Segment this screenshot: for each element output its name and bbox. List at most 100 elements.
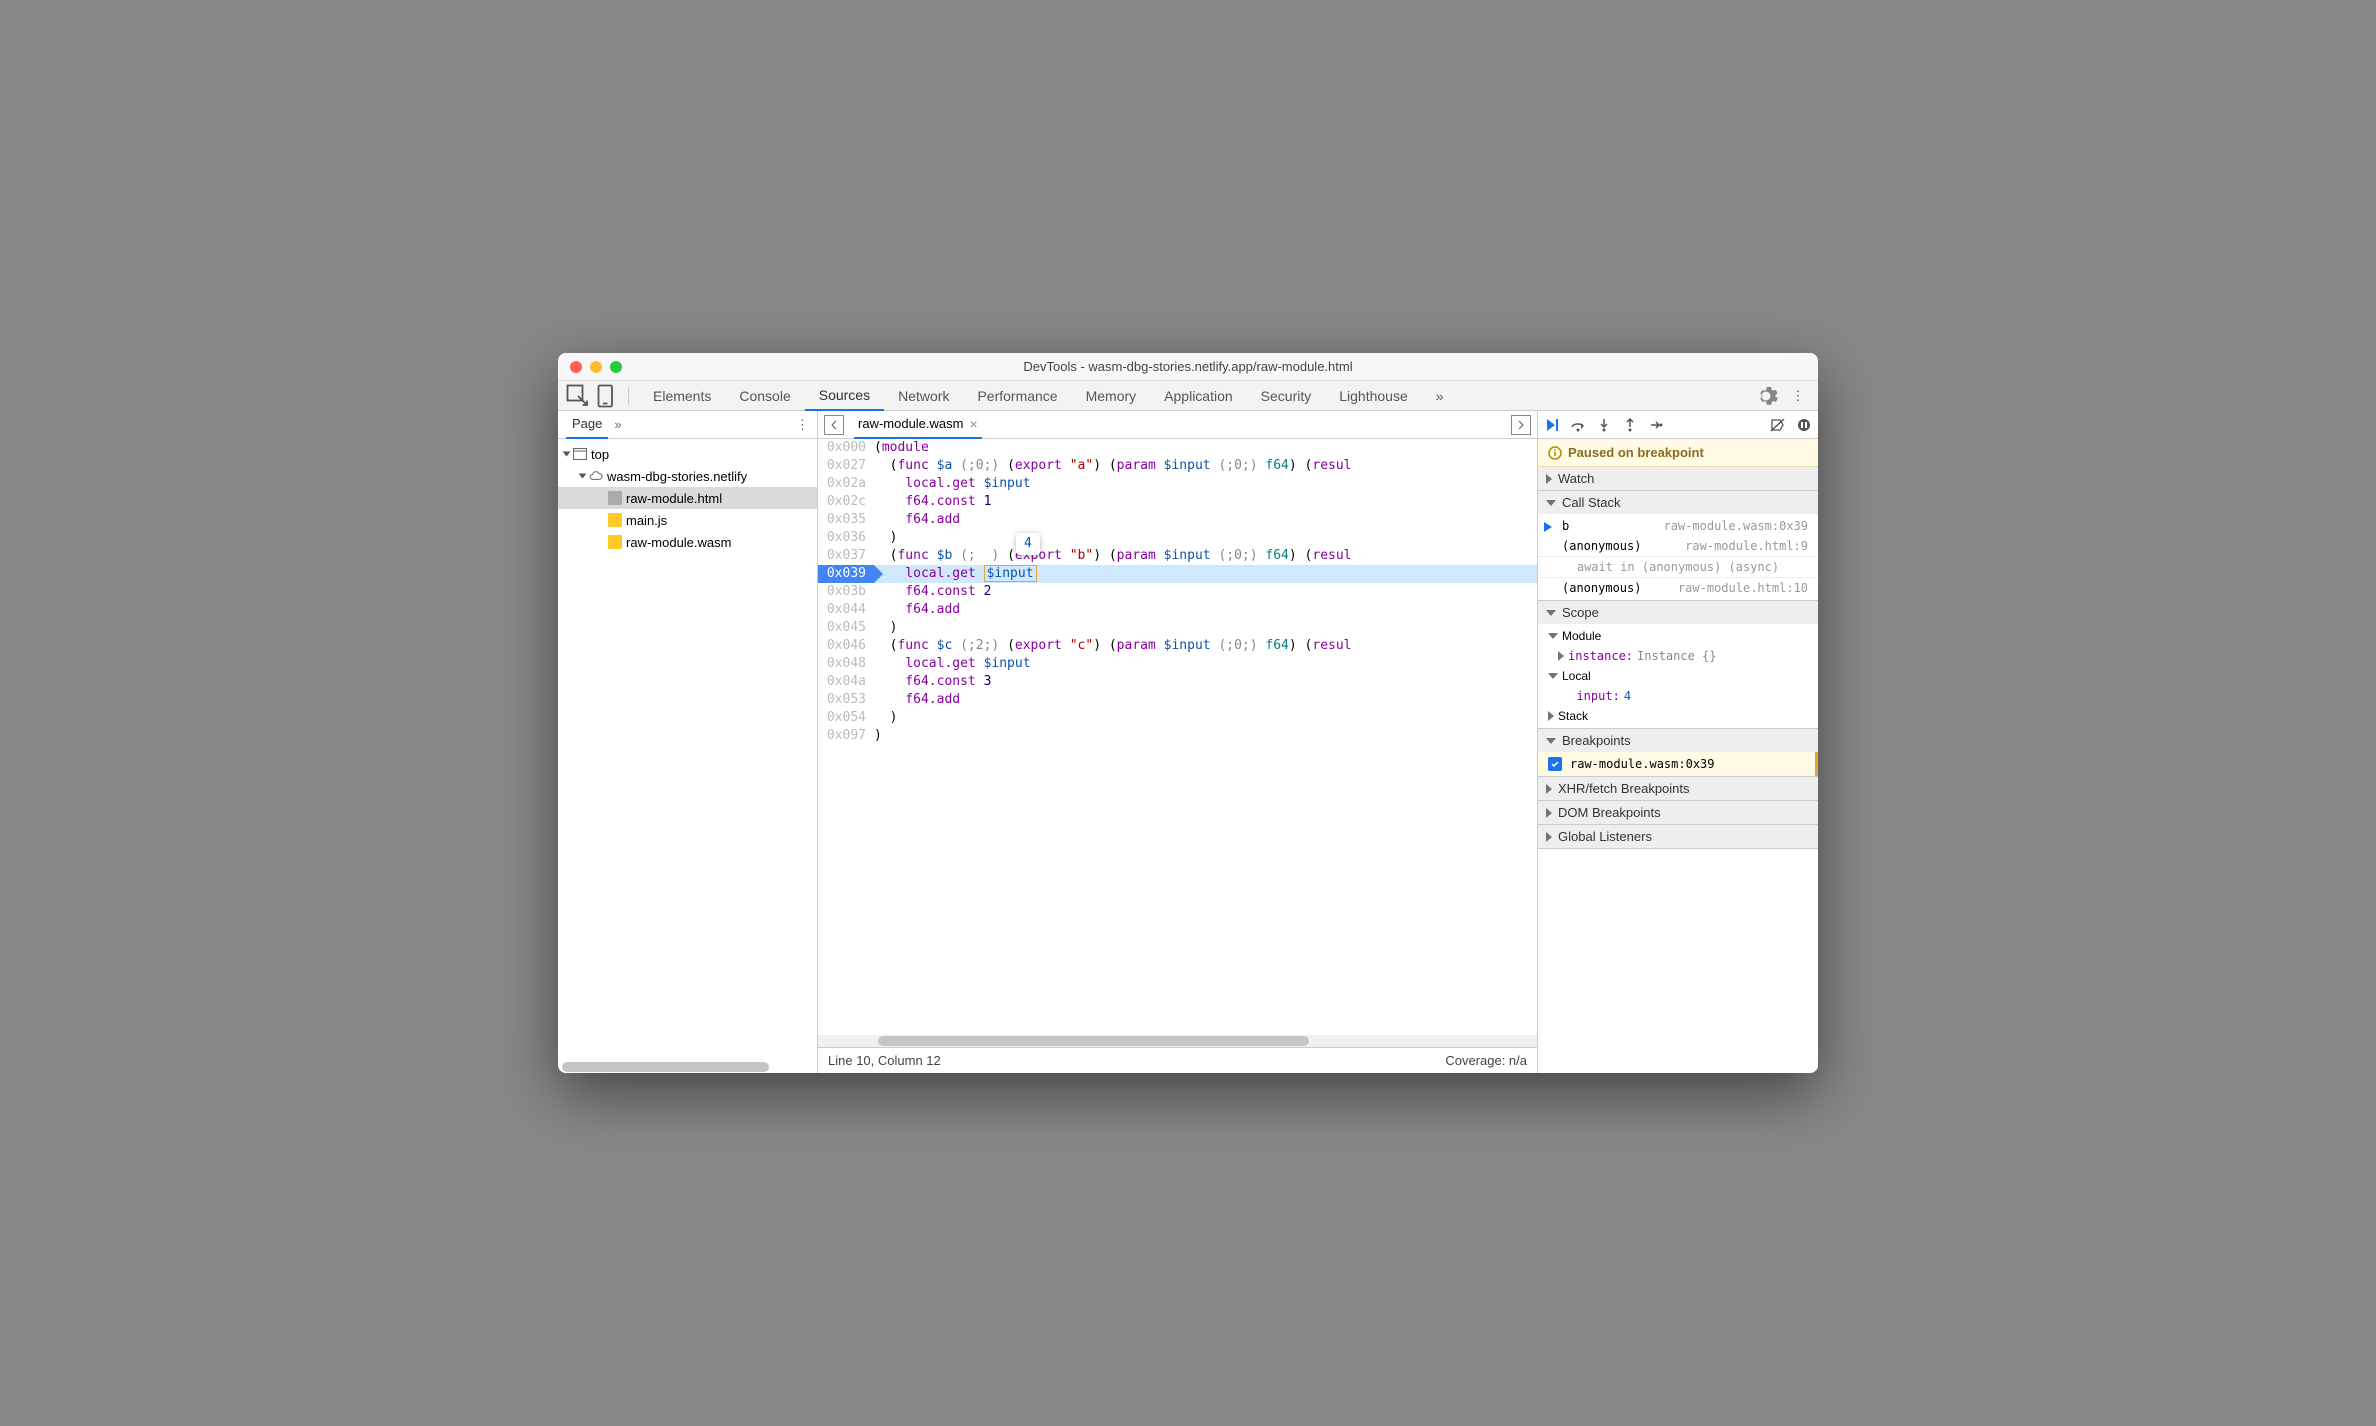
toggle-debugger-button[interactable] <box>1511 415 1531 435</box>
page-tab[interactable]: Page <box>566 411 608 439</box>
horizontal-scrollbar[interactable] <box>818 1035 1537 1047</box>
code-line[interactable]: 0x035 f64.add <box>818 511 1537 529</box>
debug-toolbar <box>1538 411 1818 439</box>
tree-top-label: top <box>591 447 609 462</box>
step-over-icon[interactable] <box>1570 417 1586 433</box>
tab-elements[interactable]: Elements <box>639 381 725 411</box>
code-line[interactable]: 0x03b f64.const 2 <box>818 583 1537 601</box>
chevron-down-icon <box>1546 610 1556 616</box>
horizontal-scrollbar[interactable] <box>558 1061 817 1073</box>
page-tabs-more-icon[interactable]: » <box>614 417 621 432</box>
file-icon <box>608 535 622 549</box>
main-toolbar: Elements Console Sources Network Perform… <box>558 381 1818 411</box>
scope-module[interactable]: Module <box>1538 626 1818 646</box>
chevron-down-icon <box>579 474 587 479</box>
callstack-async: await in (anonymous) (async) <box>1538 556 1818 578</box>
cursor-position: Line 10, Column 12 <box>828 1053 941 1068</box>
code-line[interactable]: 0x000(module <box>818 439 1537 457</box>
toggle-navigator-button[interactable] <box>824 415 844 435</box>
tab-sources[interactable]: Sources <box>805 381 884 411</box>
debugger-panel: Paused on breakpoint Watch Call Stack br… <box>1538 411 1818 1073</box>
close-button[interactable] <box>570 361 582 373</box>
source-editor[interactable]: 4 0x000(module0x027 (func $a (;0;) (expo… <box>818 439 1537 1035</box>
code-line[interactable]: 0x02a local.get $input <box>818 475 1537 493</box>
maximize-button[interactable] <box>610 361 622 373</box>
xhr-section[interactable]: XHR/fetch Breakpoints <box>1538 777 1818 801</box>
callstack-frame[interactable]: (anonymous)raw-module.html:9 <box>1538 536 1818 556</box>
device-icon[interactable] <box>594 384 618 408</box>
deactivate-breakpoints-icon[interactable] <box>1770 417 1786 433</box>
source-tab-label: raw-module.wasm <box>858 416 963 431</box>
tree-file-label: main.js <box>626 513 667 528</box>
pause-on-exceptions-icon[interactable] <box>1796 417 1812 433</box>
tab-lighthouse[interactable]: Lighthouse <box>1325 381 1422 411</box>
cloud-icon <box>589 471 603 481</box>
info-icon <box>1548 446 1562 460</box>
value-tooltip: 4 <box>1016 533 1040 555</box>
scope-stack[interactable]: Stack <box>1538 706 1818 726</box>
callstack-section: Call Stack braw-module.wasm:0x39 (anonym… <box>1538 491 1818 601</box>
chevron-right-icon <box>1558 651 1564 661</box>
code-line[interactable]: 0x04a f64.const 3 <box>818 673 1537 691</box>
source-file-tab[interactable]: raw-module.wasm × <box>854 411 982 439</box>
tree-domain-label: wasm-dbg-stories.netlify <box>607 469 747 484</box>
code-line[interactable]: 0x027 (func $a (;0;) (export "a") (param… <box>818 457 1537 475</box>
file-tree: top wasm-dbg-stories.netlify raw-module.… <box>558 439 817 1061</box>
tree-file-wasm[interactable]: raw-module.wasm <box>558 531 817 553</box>
more-icon[interactable]: ⋮ <box>1786 384 1810 408</box>
minimize-button[interactable] <box>590 361 602 373</box>
code-line[interactable]: 0x036 ) <box>818 529 1537 547</box>
breakpoint-item[interactable]: raw-module.wasm:0x39 <box>1538 752 1818 776</box>
tree-top[interactable]: top <box>558 443 817 465</box>
tree-file-js[interactable]: main.js <box>558 509 817 531</box>
file-icon <box>608 513 622 527</box>
step-out-icon[interactable] <box>1622 417 1638 433</box>
code-line[interactable]: 0x02c f64.const 1 <box>818 493 1537 511</box>
tab-memory[interactable]: Memory <box>1072 381 1151 411</box>
coverage-status: Coverage: n/a <box>1445 1053 1527 1068</box>
callstack-frame[interactable]: (anonymous)raw-module.html:10 <box>1538 578 1818 598</box>
source-panel: raw-module.wasm × 4 0x000(module0x027 (f… <box>818 411 1538 1073</box>
tree-file-html[interactable]: raw-module.html <box>558 487 817 509</box>
scope-local[interactable]: Local <box>1538 666 1818 686</box>
window-icon <box>573 448 587 460</box>
global-section[interactable]: Global Listeners <box>1538 825 1818 849</box>
tabs-more-icon[interactable]: » <box>1422 381 1458 411</box>
chevron-down-icon <box>1546 500 1556 506</box>
titlebar: DevTools - wasm-dbg-stories.netlify.app/… <box>558 353 1818 381</box>
tree-domain[interactable]: wasm-dbg-stories.netlify <box>558 465 817 487</box>
code-line[interactable]: 0x044 f64.add <box>818 601 1537 619</box>
callstack-frame[interactable]: braw-module.wasm:0x39 <box>1538 516 1818 536</box>
code-line[interactable]: 0x045 ) <box>818 619 1537 637</box>
code-line[interactable]: 0x053 f64.add <box>818 691 1537 709</box>
code-line[interactable]: 0x039 local.get $input <box>818 565 1537 583</box>
tab-network[interactable]: Network <box>884 381 963 411</box>
pause-message: Paused on breakpoint <box>1538 439 1818 467</box>
dom-section[interactable]: DOM Breakpoints <box>1538 801 1818 825</box>
tab-security[interactable]: Security <box>1247 381 1326 411</box>
code-line[interactable]: 0x037 (func $b (; ) (export "b") (param … <box>818 547 1537 565</box>
resume-icon[interactable] <box>1544 417 1560 433</box>
tab-performance[interactable]: Performance <box>963 381 1071 411</box>
code-line[interactable]: 0x097) <box>818 727 1537 745</box>
breakpoints-section: Breakpoints raw-module.wasm:0x39 <box>1538 729 1818 777</box>
close-icon[interactable]: × <box>969 416 977 432</box>
file-icon <box>608 491 622 505</box>
watch-section[interactable]: Watch <box>1538 467 1818 491</box>
code-line[interactable]: 0x054 ) <box>818 709 1537 727</box>
code-line[interactable]: 0x046 (func $c (;2;) (export "c") (param… <box>818 637 1537 655</box>
tab-console[interactable]: Console <box>725 381 804 411</box>
checkbox-icon[interactable] <box>1548 757 1562 771</box>
panel-tabs: Elements Console Sources Network Perform… <box>639 381 1750 411</box>
chevron-right-icon <box>1546 832 1552 842</box>
step-into-icon[interactable] <box>1596 417 1612 433</box>
page-more-icon[interactable]: ⋮ <box>796 417 809 433</box>
chevron-down-icon <box>563 452 571 457</box>
inspect-icon[interactable] <box>566 384 590 408</box>
scope-input[interactable]: input: 4 <box>1538 686 1818 706</box>
tab-application[interactable]: Application <box>1150 381 1247 411</box>
settings-icon[interactable] <box>1754 384 1778 408</box>
step-icon[interactable] <box>1648 417 1664 433</box>
code-line[interactable]: 0x048 local.get $input <box>818 655 1537 673</box>
scope-instance[interactable]: instance: Instance {} <box>1538 646 1818 666</box>
